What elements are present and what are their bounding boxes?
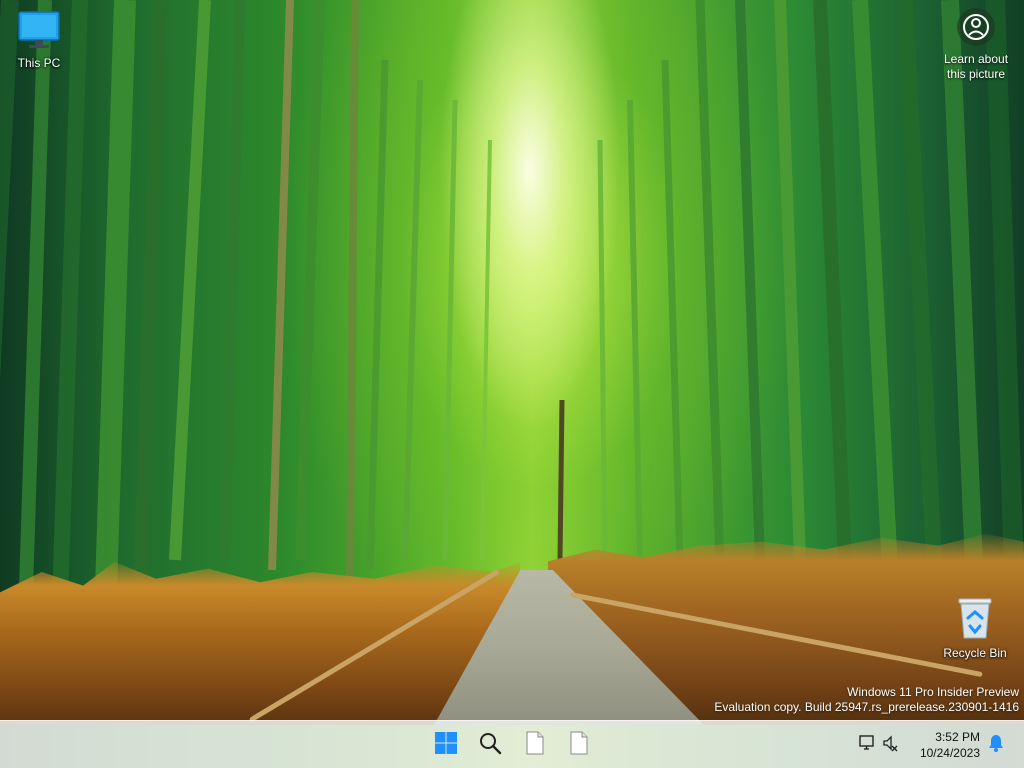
desktop-background: This PC Recycle Bin Learn about this pic… — [0, 0, 1024, 768]
search-button[interactable] — [470, 725, 510, 765]
taskbar: 3:52 PM 10/24/2023 — [0, 720, 1024, 768]
evaluation-watermark: Windows 11 Pro Insider Preview Evaluatio… — [714, 685, 1019, 715]
network-icon — [858, 734, 876, 757]
system-tray[interactable] — [858, 721, 898, 768]
recycle-bin-label: Recycle Bin — [943, 646, 1007, 660]
bell-icon — [988, 734, 1004, 757]
this-pc-shortcut[interactable]: This PC — [1, 10, 77, 71]
learn-line2: this picture — [946, 67, 1006, 81]
start-button[interactable] — [426, 725, 466, 765]
this-pc-icon — [18, 10, 60, 53]
clock-date: 10/24/2023 — [919, 746, 980, 760]
taskbar-clock[interactable]: 3:52 PM 10/24/2023 — [908, 729, 980, 761]
this-pc-label: This PC — [17, 56, 61, 70]
watermark-edition: Windows 11 Pro Insider Preview — [847, 685, 1019, 699]
recycle-bin-shortcut[interactable]: Recycle Bin — [937, 596, 1013, 661]
document-icon — [525, 731, 545, 760]
search-icon — [478, 731, 502, 760]
recycle-bin-icon — [956, 596, 994, 643]
windows-logo-icon — [434, 731, 458, 760]
watermark-build: Evaluation copy. Build 25947.rs_prerelea… — [714, 700, 1019, 714]
document-icon — [569, 731, 589, 760]
taskbar-file-button-1[interactable] — [515, 725, 555, 765]
learn-line1: Learn about — [943, 52, 1009, 66]
spotlight-icon — [957, 8, 995, 46]
learn-about-picture[interactable]: Learn about this picture — [936, 8, 1016, 82]
volume-muted-icon — [882, 734, 898, 757]
notifications-button[interactable] — [980, 725, 1012, 765]
taskbar-file-button-2[interactable] — [559, 725, 599, 765]
clock-time: 3:52 PM — [935, 730, 980, 744]
